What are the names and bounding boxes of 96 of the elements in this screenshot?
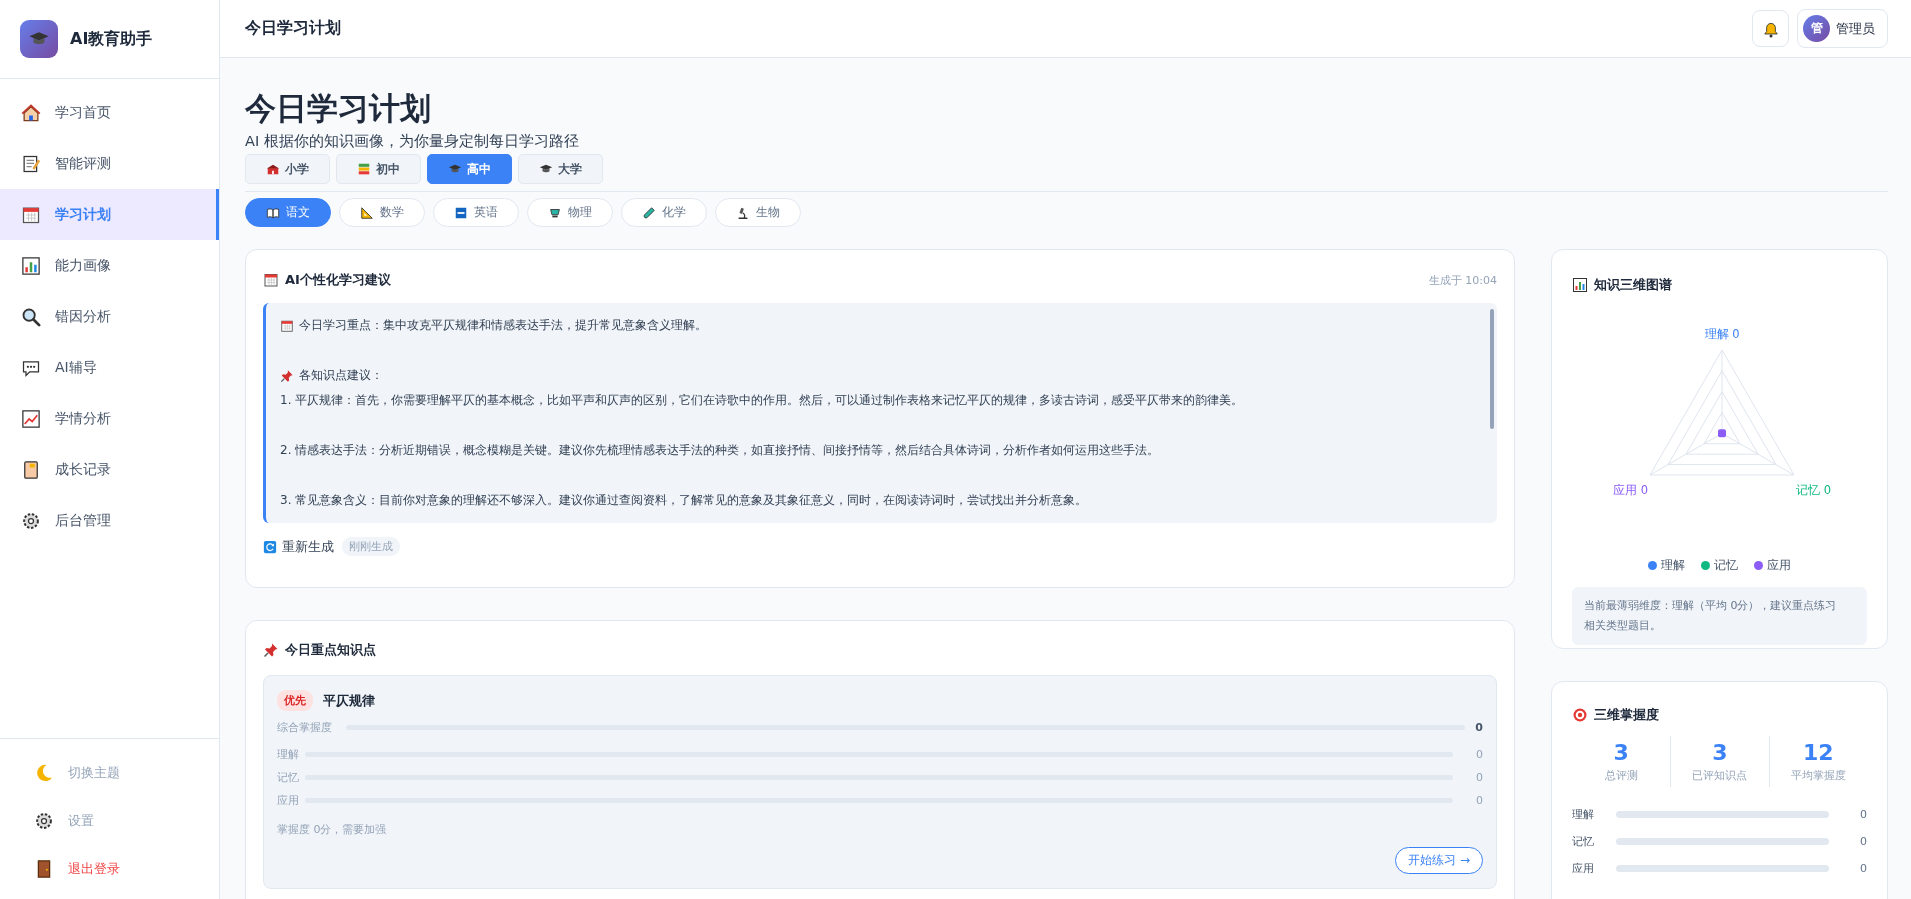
score-value: 0 (1475, 794, 1483, 807)
header-title: 今日学习计划 (245, 18, 341, 39)
card-title: 知识三维图谱 (1594, 276, 1672, 294)
knowledge-point-name: 平仄规律 (323, 691, 375, 710)
generated-time: 生成于 10:04 (1428, 272, 1497, 288)
calendar-icon (280, 318, 294, 333)
suggestion-paragraph: 1. 平仄规律：首先，你需要理解平仄的基本概念，比如平声和仄声的区别，它们在诗歌中的作用。然后，可以通过制作表格来记忆平仄的规律，多读古诗词，感受平仄带来的韵律美。 (280, 392, 1245, 409)
data-point (1718, 429, 1726, 438)
legend-label: 记忆 (1714, 558, 1738, 573)
dimension-label: 理解 (1572, 807, 1595, 822)
bar-chart-icon (1572, 277, 1588, 293)
triangle-ruler-icon (360, 205, 374, 220)
page-subtitle: AI 根据你的知识画像，为你量身定制每日学习路径 (245, 132, 580, 151)
home-icon (21, 102, 41, 123)
nav-item[interactable]: 成长记录 (0, 444, 219, 495)
legend-label: 理解 (1661, 558, 1685, 573)
pushpin-icon (280, 368, 294, 383)
suggestion-paragraph: 3. 常见意象含义：目前你对意象的理解还不够深入。建议你通过查阅资料，了解常见的意象及其象征意义，同时，在阅读诗词时，尝试找出并分析意象。 (280, 492, 1089, 509)
test-tube-icon (642, 205, 656, 220)
points-heading: 各知识点建议： (299, 367, 383, 384)
start-practice-button[interactable]: 开始练习 → (1395, 847, 1483, 874)
axis-label: 理解 0 (1704, 327, 1740, 341)
pushpin-icon (263, 642, 279, 658)
card-title: 三维掌握度 (1594, 706, 1659, 724)
legend-label: 应用 (1767, 558, 1791, 573)
gear-icon (21, 510, 41, 531)
dimension-label: 理解 (277, 747, 299, 762)
score-value: 0 (1859, 835, 1867, 848)
stat-label: 已评知识点 (1692, 768, 1748, 783)
dimension-label: 记忆 (1572, 834, 1595, 849)
logout-item[interactable]: 退出登录 (0, 845, 219, 893)
dimension-label: 应用 (277, 793, 299, 808)
books-icon (357, 162, 371, 176)
dimension-label: 记忆 (277, 770, 299, 785)
dimension-label: 应用 (1572, 861, 1595, 876)
score-value: 0 (1474, 721, 1483, 734)
microscope-icon (736, 205, 750, 220)
avatar: 管 (1803, 15, 1830, 42)
focus-text: 今日学习重点：集中攻克平仄规律和情感表达手法，提升常见意象含义理解。 (299, 317, 707, 334)
app-name: AI教育助手 (70, 28, 153, 50)
calendar-icon (263, 272, 279, 288)
nav-item[interactable]: 学习首页 (0, 87, 219, 138)
user-menu-button[interactable]: 管 管理员 (1797, 9, 1888, 48)
gear-icon (34, 811, 54, 831)
score-value: 0 (1475, 748, 1483, 761)
status-badge: 刚刚生成 (342, 537, 400, 556)
level-tab[interactable]: 初中 (336, 154, 421, 184)
scrollbar-thumb[interactable] (1490, 309, 1494, 429)
target-icon (1572, 707, 1588, 723)
page-title: 今日学习计划 (245, 89, 432, 128)
weakness-tip: 当前最薄弱维度：理解（平均 0分），建议重点练习相关类型题目。 (1572, 587, 1867, 645)
axis-label: 应用 0 (1613, 483, 1648, 497)
school-icon (266, 162, 280, 176)
search-icon (21, 306, 41, 327)
subject-tab[interactable]: 生物 (715, 198, 801, 227)
stat-value: 12 (1803, 739, 1834, 767)
open-book-icon (266, 205, 280, 220)
calendar-icon (21, 204, 41, 225)
regenerate-button[interactable]: 重新生成 (263, 537, 334, 556)
level-tab[interactable]: 高中 (427, 154, 512, 184)
logo-icon (20, 20, 58, 58)
level-tab[interactable]: 大学 (518, 154, 603, 184)
nav-item[interactable]: 能力画像 (0, 240, 219, 291)
axis-label: 记忆 0 (1796, 483, 1831, 497)
notepad-icon (21, 153, 41, 174)
score-value: 0 (1859, 862, 1867, 875)
refresh-icon (263, 539, 277, 554)
nav-item[interactable]: 错因分析 (0, 291, 219, 342)
notebook-icon (21, 459, 41, 480)
notification-button[interactable] (1752, 10, 1789, 47)
dimension-label: 综合掌握度 (277, 720, 332, 735)
mastery-note: 掌握度 0分，需要加强 (277, 822, 388, 837)
level-tab[interactable]: 小学 (245, 154, 330, 184)
subject-tab[interactable]: 英语 (433, 198, 519, 227)
line-chart-icon (21, 408, 41, 429)
score-value: 0 (1859, 808, 1867, 821)
score-value: 0 (1475, 771, 1483, 784)
nav-item[interactable]: 智能评测 (0, 138, 219, 189)
suggestion-paragraph: 2. 情感表达手法：分析近期错误，概念模糊是关键。建议你先梳理情感表达手法的种类，如直接抒情、间接抒情等，然后结合具体诗词，分析作者如何运用这些手法。 (280, 442, 1161, 459)
subject-tab[interactable]: 数学 (339, 198, 425, 227)
stat-value: 3 (1712, 739, 1728, 767)
subject-tab[interactable]: 语文 (245, 198, 331, 227)
stat-value: 3 (1613, 739, 1629, 767)
nav-item[interactable]: 学情分析 (0, 393, 219, 444)
moon-icon (34, 763, 54, 783)
nav-item[interactable]: 后台管理 (0, 495, 219, 546)
stat-label: 平均掌握度 (1790, 768, 1846, 783)
bar-chart-icon (21, 255, 41, 276)
nav-item[interactable]: AI辅导 (0, 342, 219, 393)
card-title: 今日重点知识点 (285, 641, 376, 659)
subject-tab[interactable]: 化学 (621, 198, 707, 227)
stat-label: 总评测 (1604, 768, 1638, 783)
priority-tag: 优先 (277, 690, 313, 711)
tile-icon (454, 205, 468, 220)
subject-tab[interactable]: 物理 (527, 198, 613, 227)
card-title: AI个性化学习建议 (285, 271, 391, 289)
